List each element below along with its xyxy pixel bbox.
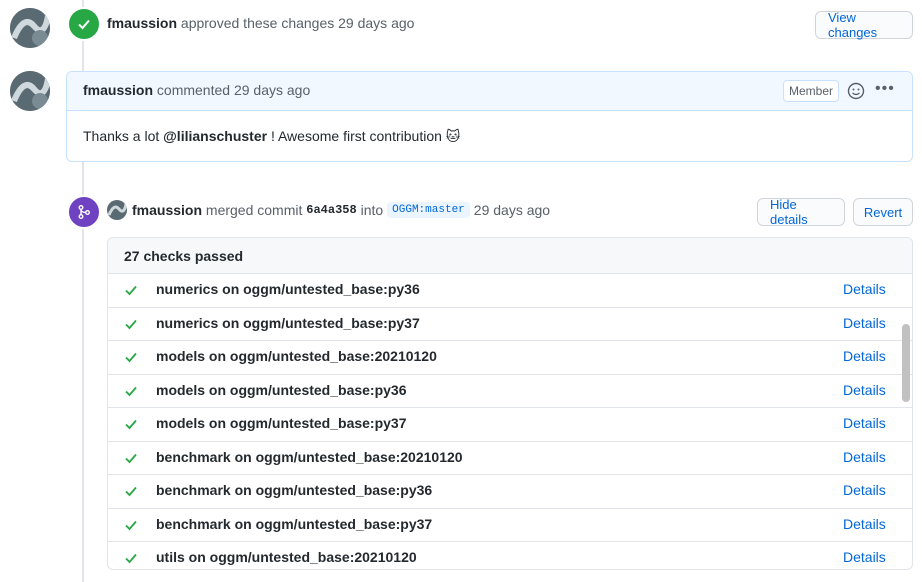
comment-action: commented xyxy=(156,82,231,98)
revert-button[interactable]: Revert xyxy=(853,198,913,226)
check-row: numerics on oggm/untested_base:py36 Detai… xyxy=(108,274,912,308)
user-mention[interactable]: @lilianschuster xyxy=(163,128,267,144)
target-branch[interactable]: OGGM:master xyxy=(387,202,470,218)
merge-line: fmaussion merged commit 6a4a358 into OGG… xyxy=(107,200,550,220)
cat-emoji: 🐱 xyxy=(445,128,461,144)
check-details-link[interactable]: Details xyxy=(843,281,886,297)
merge-user[interactable]: fmaussion xyxy=(132,202,202,218)
check-success-icon xyxy=(124,451,138,468)
comment-body: Thanks a lot @lilianschuster ! Awesome f… xyxy=(83,128,460,145)
checks-scrollbar-thumb[interactable] xyxy=(902,324,910,402)
approved-check-icon xyxy=(67,7,101,41)
member-badge: Member xyxy=(783,80,840,102)
check-details-link[interactable]: Details xyxy=(843,449,886,465)
check-details-link[interactable]: Details xyxy=(843,482,886,498)
check-success-icon xyxy=(124,518,138,535)
comment-box: fmaussion commented 29 days ago Member •… xyxy=(66,71,913,162)
check-details-link[interactable]: Details xyxy=(843,315,886,331)
approval-user[interactable]: fmaussion xyxy=(107,15,177,31)
check-row: benchmark on oggm/untested_base:py37 Deta… xyxy=(108,509,912,542)
check-name: models on oggm/untested_base:py36 xyxy=(156,381,407,398)
check-row: utils on oggm/untested_base:20210120 Deta… xyxy=(108,542,912,569)
comment-header: fmaussion commented 29 days ago Member •… xyxy=(67,72,912,111)
more-options-icon[interactable]: ••• xyxy=(875,80,895,98)
check-details-link[interactable]: Details xyxy=(843,382,886,398)
commit-sha[interactable]: 6a4a358 xyxy=(306,203,356,217)
check-row: benchmark on oggm/untested_base:20210120… xyxy=(108,442,912,475)
checks-scrollbar[interactable] xyxy=(902,274,910,569)
check-name: benchmark on oggm/untested_base:20210120 xyxy=(156,448,463,465)
merge-into: into xyxy=(360,202,384,218)
check-name: utils on oggm/untested_base:20210120 xyxy=(156,549,417,565)
merge-action: merged commit xyxy=(205,202,303,218)
hide-details-button[interactable]: Hide details xyxy=(757,197,845,227)
check-success-icon xyxy=(124,317,138,334)
check-name: benchmark on oggm/untested_base:py36 xyxy=(156,482,433,498)
check-name: benchmark on oggm/untested_base:py37 xyxy=(156,515,433,532)
check-row: models on oggm/untested_base:py36 Details xyxy=(108,375,912,408)
comment-body-suffix: ! Awesome first contribution xyxy=(270,128,442,144)
comment-time[interactable]: 29 days ago xyxy=(234,82,310,98)
avatar[interactable] xyxy=(10,8,50,48)
check-row: numerics on oggm/untested_base:py37 Detai… xyxy=(108,308,912,341)
comment-user[interactable]: fmaussion xyxy=(83,82,153,98)
check-details-link[interactable]: Details xyxy=(843,348,886,364)
check-success-icon xyxy=(124,384,138,401)
check-success-icon xyxy=(124,417,138,434)
check-success-icon xyxy=(124,484,138,501)
check-success-icon xyxy=(124,283,138,300)
check-name: numerics on oggm/untested_base:py36 xyxy=(156,281,420,297)
view-changes-button[interactable]: View changes xyxy=(815,10,913,40)
check-name: models on oggm/untested_base:py37 xyxy=(156,415,407,431)
checks-summary: 27 checks passed xyxy=(108,238,912,274)
check-details-link[interactable]: Details xyxy=(843,549,886,565)
check-row: models on oggm/untested_base:py37 Details xyxy=(108,408,912,442)
check-success-icon xyxy=(124,551,138,568)
merge-icon xyxy=(67,195,101,229)
merge-user-avatar[interactable] xyxy=(107,200,127,220)
checks-panel: 27 checks passed numerics on oggm/untest… xyxy=(107,237,913,570)
approval-text: approved these changes xyxy=(180,15,335,31)
comment-body-prefix: Thanks a lot xyxy=(83,128,160,144)
check-name: numerics on oggm/untested_base:py37 xyxy=(156,314,420,331)
check-row: models on oggm/untested_base:20210120 Det… xyxy=(108,341,912,375)
check-details-link[interactable]: Details xyxy=(843,516,886,532)
merge-time[interactable]: 29 days ago xyxy=(474,202,550,218)
check-name: models on oggm/untested_base:20210120 xyxy=(156,348,437,364)
comment-avatar[interactable] xyxy=(10,71,50,111)
check-success-icon xyxy=(124,350,138,367)
approval-line: fmaussion approved these changes 29 days… xyxy=(107,15,414,31)
add-reaction-icon[interactable] xyxy=(847,82,865,100)
check-row: benchmark on oggm/untested_base:py36 Deta… xyxy=(108,475,912,509)
check-list: numerics on oggm/untested_base:py36 Detai… xyxy=(108,274,912,569)
approval-time[interactable]: 29 days ago xyxy=(338,15,414,31)
check-details-link[interactable]: Details xyxy=(843,415,886,431)
